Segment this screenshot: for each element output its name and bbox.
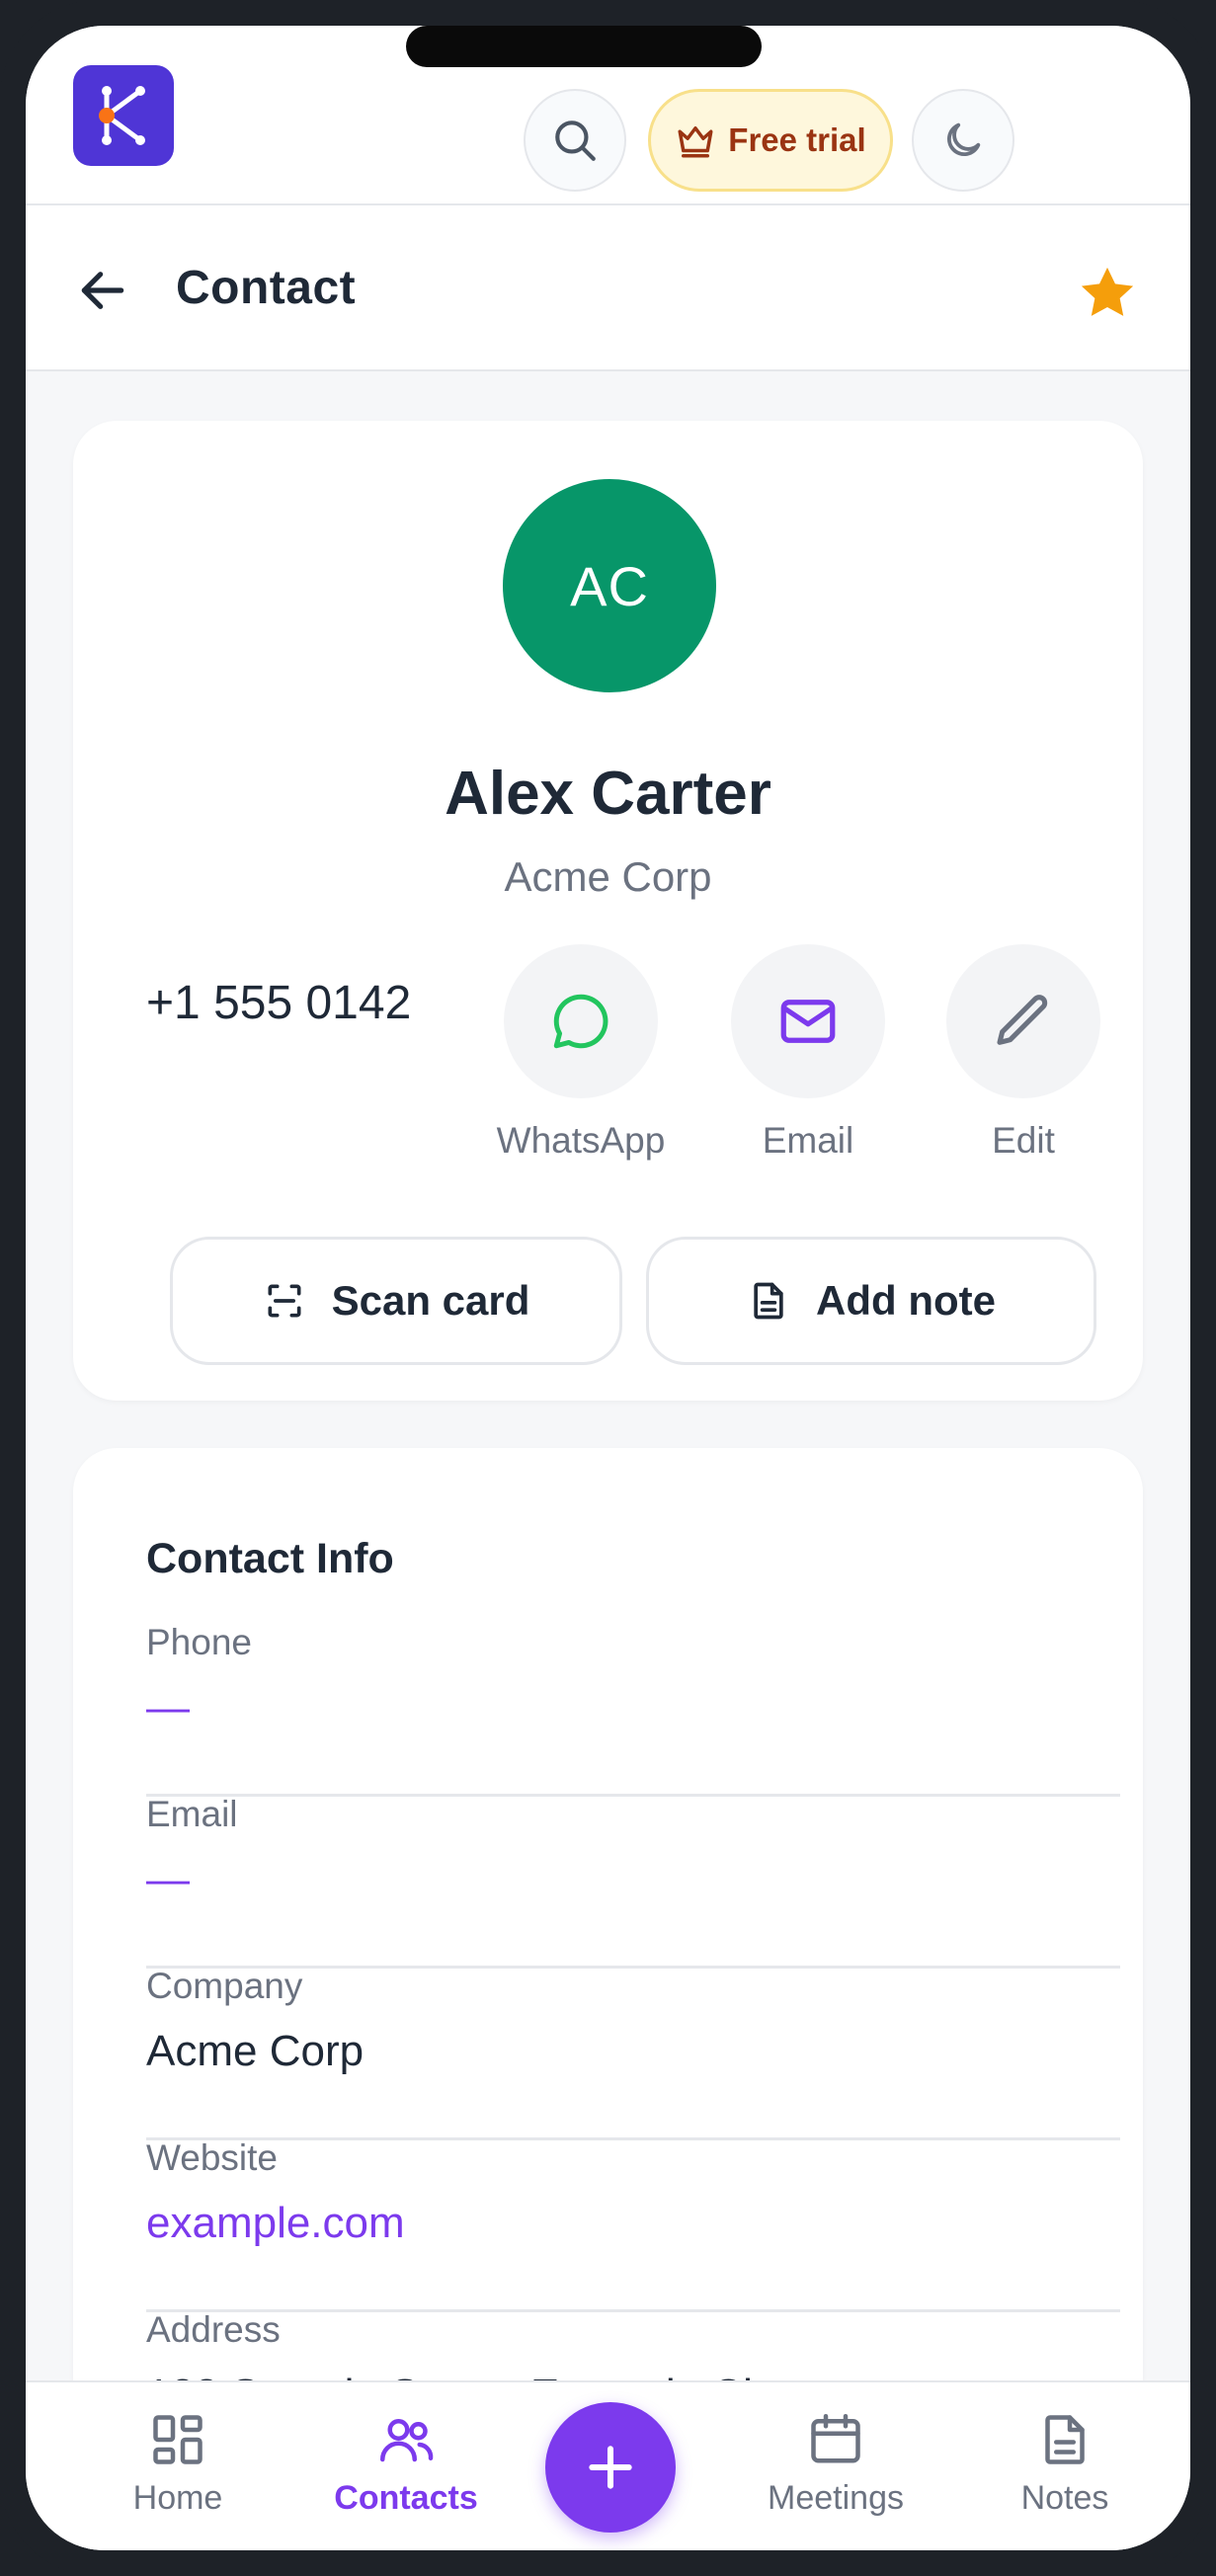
edit-label: Edit (992, 1120, 1055, 1161)
field-value: — (146, 1855, 190, 1903)
screen: Free trial Contact AC Alex Carter Acme C… (26, 26, 1190, 2550)
star-icon[interactable] (1075, 261, 1140, 326)
add-button[interactable] (545, 2402, 676, 2533)
nav-label: Contacts (334, 2479, 478, 2517)
contact-name: Alex Carter (445, 760, 771, 828)
logo-icon[interactable] (73, 65, 174, 166)
scan-card-button[interactable]: Scan card (170, 1237, 622, 1365)
nav-label: Home (132, 2479, 223, 2517)
field-email[interactable]: Email — (146, 1794, 1120, 1969)
edit-button[interactable]: Edit (934, 944, 1112, 1162)
search-button[interactable] (524, 89, 626, 192)
search-icon (555, 121, 596, 161)
nav-contacts[interactable]: Contacts (317, 2410, 495, 2518)
crown-icon (678, 126, 713, 158)
nav-label: Notes (1020, 2479, 1109, 2517)
nav-meetings[interactable]: Meetings (747, 2410, 925, 2518)
pencil-icon (997, 995, 1048, 1045)
moon-icon (947, 122, 981, 156)
field-phone[interactable]: Phone — (146, 1622, 1120, 1797)
free-trial-label: Free trial (728, 121, 866, 158)
grid-icon (153, 2415, 203, 2464)
whatsapp-button[interactable]: WhatsApp (492, 944, 670, 1162)
back-arrow-icon[interactable] (75, 263, 130, 318)
nav-home[interactable]: Home (89, 2410, 267, 2518)
document-icon (754, 1282, 783, 1320)
field-company[interactable]: Company Acme Corp (146, 1966, 1120, 2140)
nav-notes[interactable]: Notes (976, 2410, 1154, 2518)
whatsapp-label: WhatsApp (496, 1120, 666, 1161)
plus-icon (589, 2446, 632, 2489)
email-label: Email (762, 1120, 854, 1161)
scan-card-label: Scan card (331, 1277, 530, 1324)
users-icon (380, 2419, 434, 2462)
contact-company: Acme Corp (504, 853, 712, 900)
page-title: Contact (176, 262, 357, 314)
field-value: — (146, 1683, 190, 1731)
field-label: Email (146, 1794, 238, 1834)
email-button[interactable]: Email (719, 944, 897, 1162)
profile-card: AC Alex Carter Acme Corp +1 555 0142 Wha… (73, 421, 1143, 1401)
section-title: Contact Info (146, 1535, 394, 1582)
field-label: Address (146, 2309, 281, 2350)
field-label: Phone (146, 1622, 252, 1662)
website-link[interactable]: example.com (146, 2199, 405, 2248)
camera-notch (406, 26, 762, 67)
add-note-button[interactable]: Add note (646, 1237, 1096, 1365)
add-note-label: Add note (816, 1277, 996, 1324)
field-label: Website (146, 2137, 278, 2178)
mail-icon (780, 1000, 836, 1043)
note-icon (1045, 2415, 1085, 2464)
scan-icon (268, 1284, 301, 1318)
calendar-icon (811, 2414, 860, 2463)
field-label: Company (146, 1966, 303, 2006)
field-value: Acme Corp (146, 2027, 365, 2075)
avatar: AC (503, 479, 716, 692)
device-frame: Free trial Contact AC Alex Carter Acme C… (0, 0, 1216, 2576)
whatsapp-icon (553, 994, 608, 1049)
contact-phone[interactable]: +1 555 0142 (146, 976, 411, 1030)
page-header: Contact (26, 205, 1190, 371)
theme-toggle-button[interactable] (912, 89, 1014, 192)
free-trial-button[interactable]: Free trial (648, 89, 893, 192)
field-website[interactable]: Website example.com (146, 2137, 1120, 2312)
nav-label: Meetings (768, 2479, 904, 2517)
